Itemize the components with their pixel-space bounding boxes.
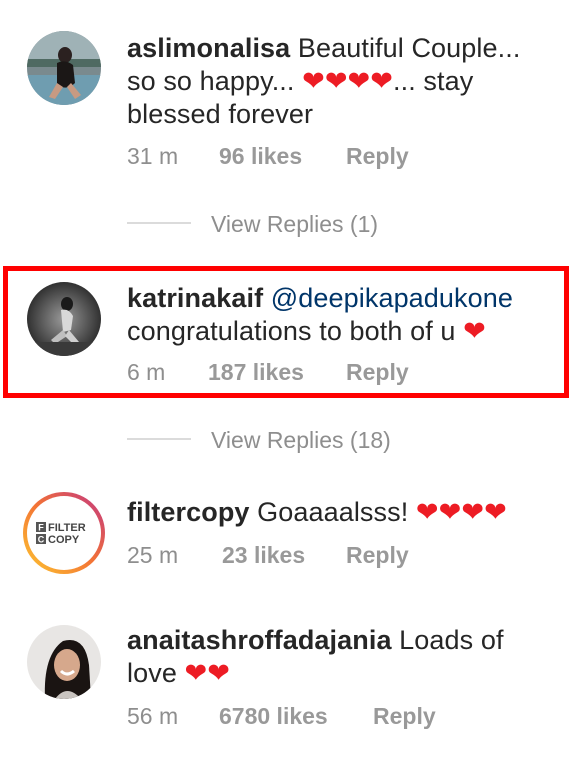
reply-button[interactable]: Reply — [346, 542, 409, 569]
likes-count[interactable]: 187 likes — [208, 359, 346, 386]
comment-username[interactable]: katrinakaif — [127, 283, 263, 313]
reply-button[interactable]: Reply — [346, 143, 409, 170]
avatar[interactable] — [27, 625, 101, 699]
view-replies-button[interactable]: View Replies (1) — [127, 211, 378, 238]
comment-meta: 6 m 187 likes Reply — [127, 359, 409, 386]
reply-button[interactable]: Reply — [346, 359, 409, 386]
logo-letter-f: F — [38, 523, 44, 533]
logo-text-top: FILTER — [48, 522, 86, 534]
likes-count[interactable]: 96 likes — [219, 143, 346, 170]
comment-meta: 31 m 96 likes Reply — [127, 143, 409, 170]
divider-line — [127, 437, 191, 440]
comment-time: 56 m — [127, 703, 179, 729]
logo-text-bottom: COPY — [48, 534, 80, 546]
comment-text: anaitashroffadajania Loads of love ❤❤ — [127, 624, 556, 690]
mention-link[interactable]: @deepikapadukone — [271, 283, 513, 313]
comment-time: 31 m — [127, 143, 179, 169]
heart-emoji: ❤❤❤❤ — [415, 497, 507, 527]
heart-emoji: ❤❤❤❤ — [302, 66, 394, 96]
heart-emoji: ❤❤ — [184, 658, 230, 688]
avatar[interactable] — [27, 31, 101, 105]
likes-count[interactable]: 23 likes — [222, 542, 346, 569]
comment-username[interactable]: filtercopy — [127, 497, 250, 527]
comment-username[interactable]: anaitashroffadajania — [127, 625, 392, 655]
comment-time: 25 m — [127, 542, 179, 568]
heart-emoji: ❤ — [463, 316, 486, 346]
avatar[interactable] — [27, 282, 101, 356]
view-replies-label: View Replies (1) — [211, 211, 379, 237]
comment-username[interactable]: aslimonalisa — [127, 33, 290, 63]
comment-text: katrinakaif @deepikapadukone congratulati… — [127, 282, 556, 348]
comment-text: filtercopy Goaaaalsss! ❤❤❤❤ — [127, 496, 556, 529]
avatar[interactable]: F C FILTER COPY — [22, 491, 106, 575]
view-replies-button[interactable]: View Replies (18) — [127, 427, 391, 454]
logo-letter-c: C — [38, 535, 45, 545]
comment-text: aslimonalisa Beautiful Couple... so so h… — [127, 32, 556, 131]
divider-line — [127, 221, 191, 224]
likes-count[interactable]: 6780 likes — [219, 703, 373, 730]
comment-time: 6 m — [127, 359, 166, 385]
comment-body: Goaaaalsss! — [249, 497, 416, 527]
comment-meta: 25 m 23 likes Reply — [127, 542, 409, 569]
view-replies-label: View Replies (18) — [211, 427, 391, 453]
reply-button[interactable]: Reply — [373, 703, 436, 730]
comment-meta: 56 m 6780 likes Reply — [127, 703, 436, 730]
comment-body: congratulations to both of u — [127, 316, 464, 346]
